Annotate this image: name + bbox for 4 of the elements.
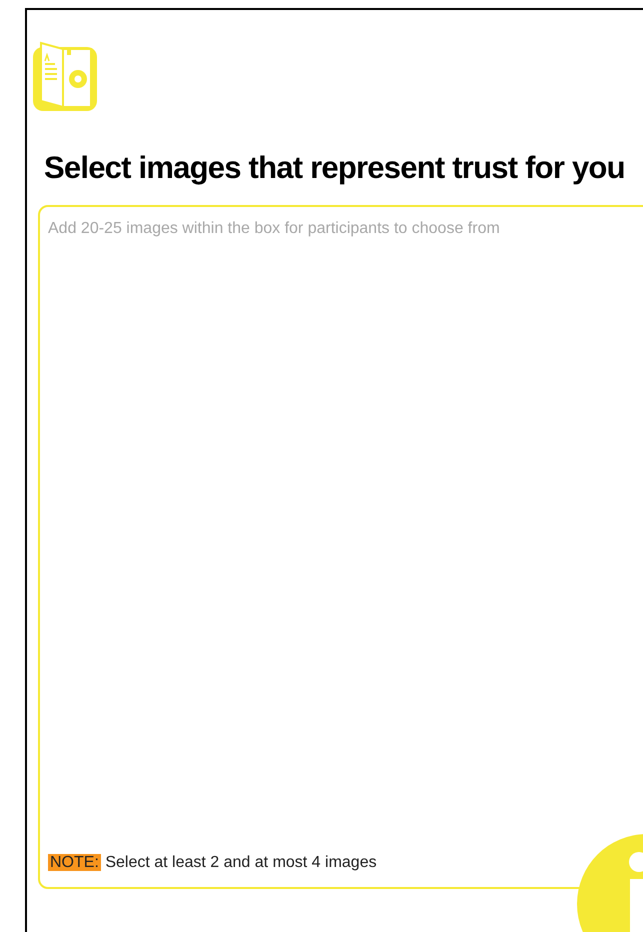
book-icon (33, 39, 97, 113)
note-text: NOTE: Select at least 2 and at most 4 images (48, 853, 378, 873)
page-title: Select images that represent trust for you (44, 149, 626, 187)
placeholder-text: Add 20-25 images within the box for participants to choose from (48, 219, 501, 239)
